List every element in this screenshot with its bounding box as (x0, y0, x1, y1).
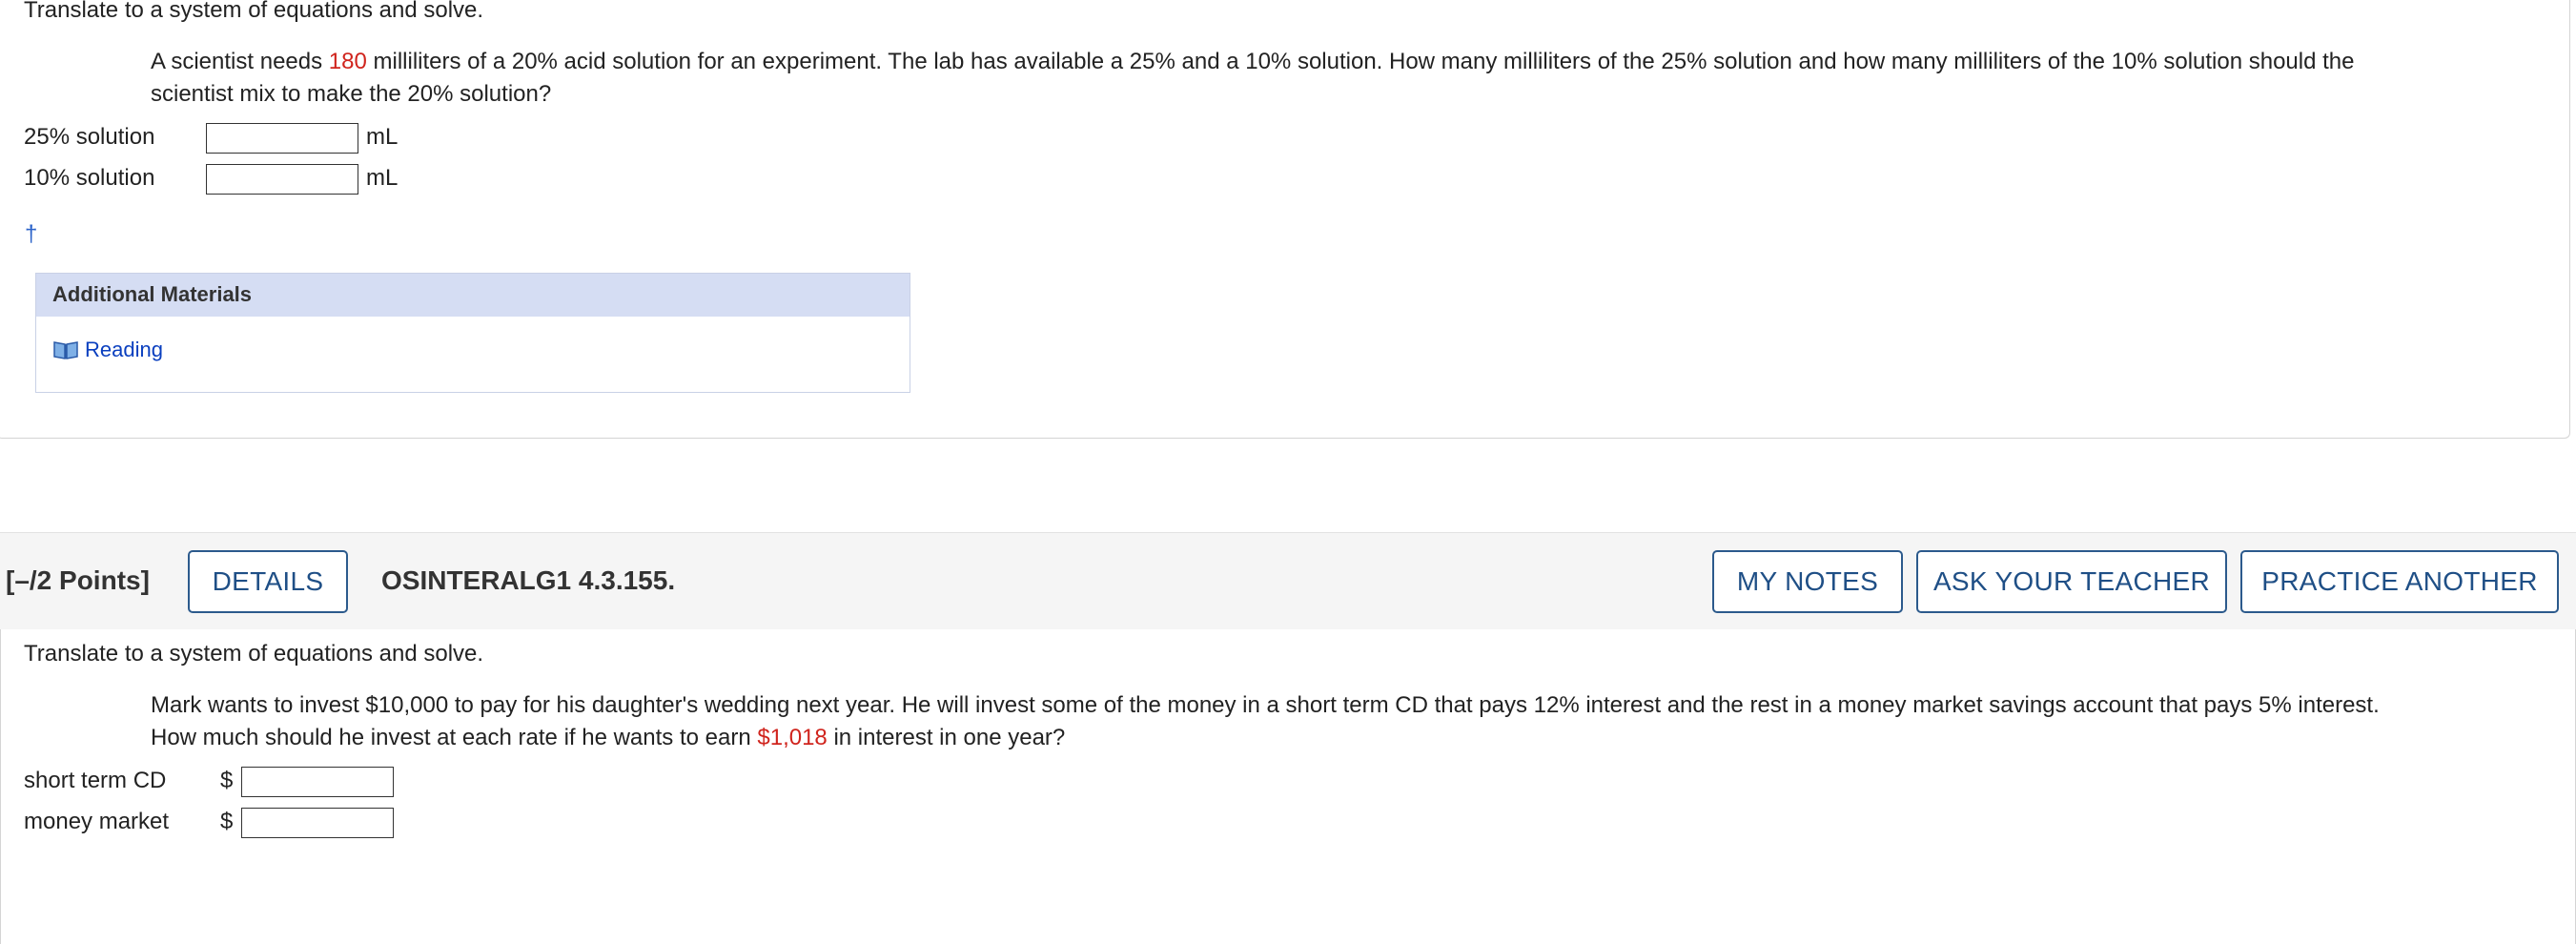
reading-link[interactable]: Reading (52, 336, 163, 364)
details-button[interactable]: DETAILS (188, 550, 348, 613)
question-2-problem: Mark wants to invest $10,000 to pay for … (151, 689, 2515, 754)
currency-prefix: $ (220, 809, 234, 834)
question-2-instruction: Translate to a system of equations and s… (24, 641, 484, 667)
question-2-header: [–/2 Points] DETAILS OSINTERALG1 4.3.155… (0, 532, 2576, 631)
book-icon (53, 341, 78, 359)
problem-highlight-value: 180 (328, 49, 367, 74)
practice-another-button[interactable]: PRACTICE ANOTHER (2240, 550, 2559, 613)
question-1-problem: A scientist needs 180 milliliters of a 2… (151, 46, 2515, 111)
problem-highlight-value: 1,018 (769, 725, 828, 750)
answer-input-short-term-cd[interactable] (241, 767, 394, 797)
field-label-short-term-cd: short term CD (24, 768, 167, 793)
dagger-marker: † (25, 221, 38, 247)
problem-highlight-dollar: $ (757, 725, 770, 750)
answer-input-25-solution[interactable] (206, 123, 358, 154)
field-label-10-solution: 10% solution (24, 165, 155, 191)
additional-materials-panel: Additional Materials Reading (35, 273, 910, 393)
problem-text: scientist mix to make the 20% solution? (151, 81, 552, 107)
field-label-money-market: money market (24, 809, 170, 834)
problem-text: Mark wants to invest $10,000 to pay for … (151, 692, 2380, 718)
field-label-25-solution: 25% solution (24, 124, 155, 150)
answer-input-10-solution[interactable] (206, 164, 358, 195)
answer-input-money-market[interactable] (241, 808, 394, 838)
ask-your-teacher-button[interactable]: ASK YOUR TEACHER (1916, 550, 2227, 613)
my-notes-button[interactable]: MY NOTES (1712, 550, 1903, 613)
unit-ml: mL (366, 124, 399, 150)
problem-text: in interest in one year? (827, 725, 1066, 750)
problem-text: milliliters of a 20% acid solution for a… (366, 49, 2355, 74)
additional-materials-header: Additional Materials (36, 274, 910, 317)
unit-ml: mL (366, 165, 399, 191)
problem-text: A scientist needs (151, 49, 329, 74)
points-label: [–/2 Points] (6, 565, 150, 595)
problem-text: How much should he invest at each rate i… (151, 725, 758, 750)
additional-materials-title: Additional Materials (52, 282, 253, 306)
currency-prefix: $ (220, 768, 234, 793)
reading-link-label: Reading (85, 338, 163, 361)
question-1-instruction: Translate to a system of equations and s… (24, 0, 484, 23)
question-code: OSINTERALG1 4.3.155. (381, 565, 676, 595)
